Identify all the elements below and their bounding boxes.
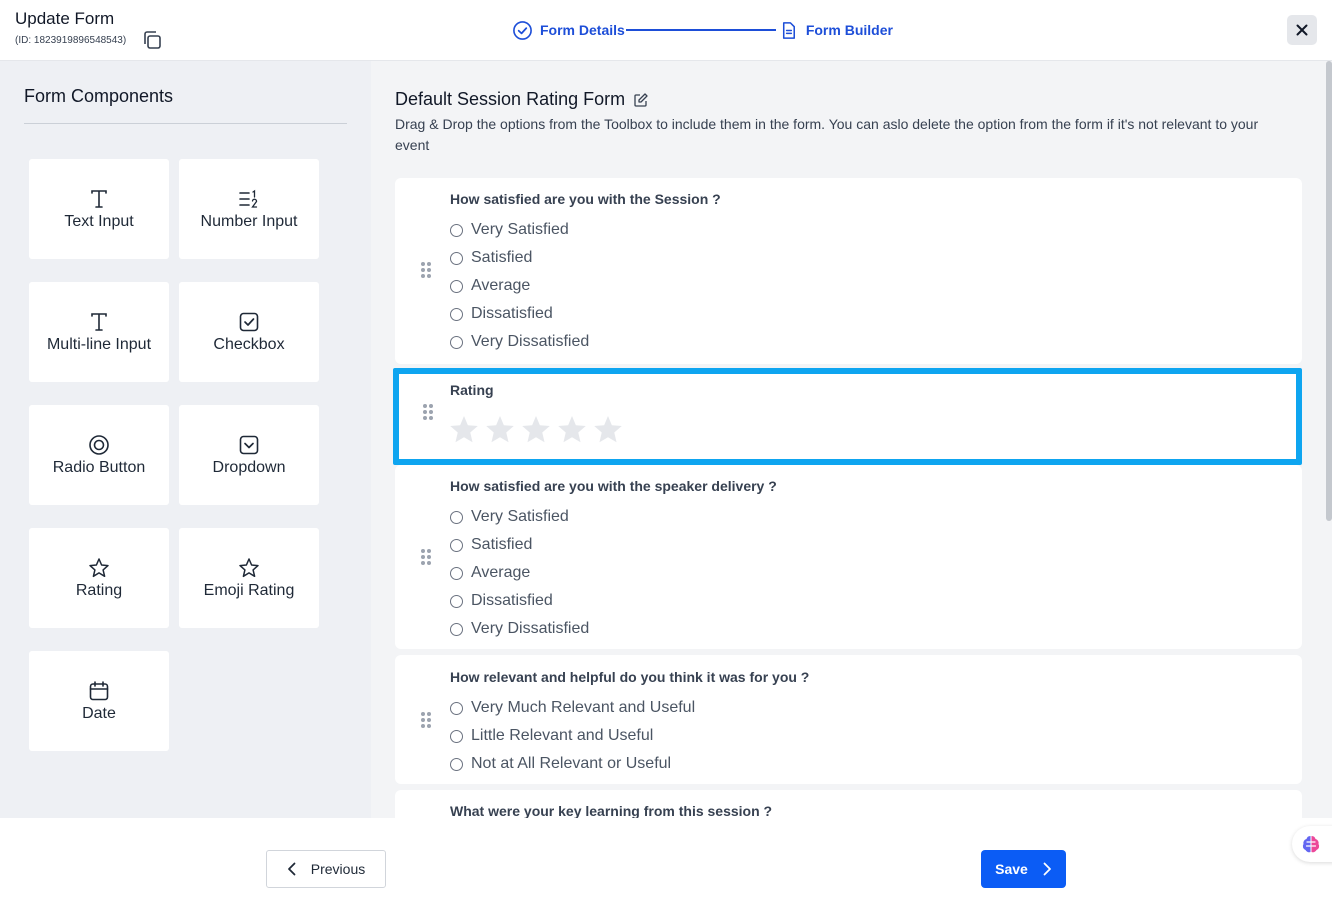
radio-circle[interactable] — [450, 223, 463, 237]
question-card[interactable]: How satisfied are you with the speaker d… — [395, 465, 1302, 649]
text-icon — [91, 312, 107, 331]
checkbox-icon — [239, 312, 259, 331]
component-rating[interactable]: Rating — [29, 528, 169, 628]
component-text-input[interactable]: Text Input — [29, 159, 169, 259]
drag-handle-icon[interactable] — [421, 712, 432, 730]
chevron-left-icon — [287, 862, 296, 876]
radio-option[interactable]: Satisfied — [450, 536, 532, 554]
radio-option[interactable]: Dissatisfied — [450, 592, 553, 610]
chevron-right-icon — [1043, 862, 1051, 876]
radio-option[interactable]: Average — [450, 277, 530, 295]
edit-icon[interactable] — [633, 92, 649, 108]
rating-question-card[interactable]: Rating — [393, 368, 1302, 465]
star-icon — [239, 557, 259, 577]
radio-circle[interactable] — [450, 538, 463, 552]
divider — [24, 123, 347, 124]
component-multiline-input[interactable]: Multi-line Input — [29, 282, 169, 382]
dropdown-icon — [239, 435, 259, 454]
step-connector — [625, 29, 776, 31]
form-components-panel: Form Components Text Input Number Input … — [0, 61, 371, 818]
page-title: Update Form — [15, 9, 115, 28]
brain-icon — [1302, 835, 1320, 853]
step-form-details[interactable]: Form Details — [512, 20, 625, 41]
radio-option[interactable]: Very Dissatisfied — [450, 333, 589, 351]
scrollbar[interactable] — [1326, 61, 1332, 521]
document-icon — [782, 21, 795, 39]
radio-circle[interactable] — [450, 279, 463, 293]
radio-circle[interactable] — [450, 701, 463, 715]
question-title: What were your key learning from this se… — [450, 803, 773, 818]
form-canvas: Default Session Rating Form Drag & Drop … — [371, 61, 1332, 818]
number-list-icon — [239, 189, 258, 208]
question-title: Rating — [450, 382, 494, 398]
form-description: Drag & Drop the options from the Toolbox… — [395, 116, 1259, 153]
footer: Previous Save — [0, 837, 1332, 897]
question-card[interactable]: How relevant and helpful do you think it… — [395, 655, 1302, 784]
component-checkbox[interactable]: Checkbox — [179, 282, 319, 382]
component-number-input[interactable]: Number Input — [179, 159, 319, 259]
radio-option[interactable]: Not at All Relevant or Useful — [450, 755, 671, 773]
question-title: How satisfied are you with the Session ? — [450, 191, 721, 207]
radio-circle[interactable] — [450, 622, 463, 636]
component-radio-button[interactable]: Radio Button — [29, 405, 169, 505]
radio-circle[interactable] — [450, 757, 463, 771]
question-title: How satisfied are you with the speaker d… — [450, 478, 777, 494]
stepper: Form Details Form Builder — [512, 18, 893, 42]
form-id: (ID: 1823919896548543) — [15, 35, 127, 46]
star-icon — [89, 557, 109, 577]
radio-circle[interactable] — [450, 510, 463, 524]
close-button[interactable] — [1287, 15, 1317, 45]
star-icon[interactable] — [520, 414, 552, 446]
star-icon[interactable] — [556, 414, 588, 446]
question-card[interactable]: What were your key learning from this se… — [395, 790, 1302, 818]
save-button[interactable]: Save — [981, 850, 1066, 888]
star-icon[interactable] — [592, 414, 624, 446]
component-dropdown[interactable]: Dropdown — [179, 405, 319, 505]
radio-circle[interactable] — [450, 729, 463, 743]
drag-handle-icon[interactable] — [423, 404, 434, 422]
radio-option[interactable]: Very Much Relevant and Useful — [450, 699, 695, 717]
radio-circle[interactable] — [450, 335, 463, 349]
star-rating[interactable] — [448, 414, 624, 446]
form-title: Default Session Rating Form — [395, 89, 649, 110]
star-icon[interactable] — [448, 414, 480, 446]
radio-option[interactable]: Dissatisfied — [450, 305, 553, 323]
top-header: Update Form (ID: 1823919896548543) Form … — [0, 0, 1332, 61]
text-icon — [91, 189, 107, 208]
question-card[interactable]: How satisfied are you with the Session ?… — [395, 178, 1302, 364]
previous-button[interactable]: Previous — [266, 850, 386, 888]
drag-handle-icon[interactable] — [421, 549, 432, 567]
ai-assistant-button[interactable] — [1292, 826, 1332, 862]
component-emoji-rating[interactable]: Emoji Rating — [179, 528, 319, 628]
calendar-icon — [89, 680, 109, 700]
copy-icon[interactable] — [141, 29, 163, 51]
step-label: Form Details — [540, 22, 625, 38]
step-form-builder[interactable]: Form Builder — [778, 20, 893, 41]
component-date[interactable]: Date — [29, 651, 169, 751]
radio-option[interactable]: Very Dissatisfied — [450, 620, 589, 638]
check-circle-icon — [513, 20, 532, 40]
close-icon — [1296, 24, 1308, 36]
radio-circle[interactable] — [450, 594, 463, 608]
radio-icon — [89, 434, 109, 455]
step-label: Form Builder — [805, 22, 893, 38]
radio-option[interactable]: Little Relevant and Useful — [450, 727, 653, 745]
radio-option[interactable]: Very Satisfied — [450, 508, 569, 526]
star-icon[interactable] — [484, 414, 516, 446]
radio-option[interactable]: Average — [450, 564, 530, 582]
radio-circle[interactable] — [450, 566, 463, 580]
radio-circle[interactable] — [450, 307, 463, 321]
radio-option[interactable]: Very Satisfied — [450, 221, 569, 239]
question-title: How relevant and helpful do you think it… — [450, 669, 810, 685]
radio-circle[interactable] — [450, 251, 463, 265]
radio-option[interactable]: Satisfied — [450, 249, 532, 267]
drag-handle-icon[interactable] — [421, 262, 432, 280]
sidebar-title: Form Components — [24, 86, 174, 106]
